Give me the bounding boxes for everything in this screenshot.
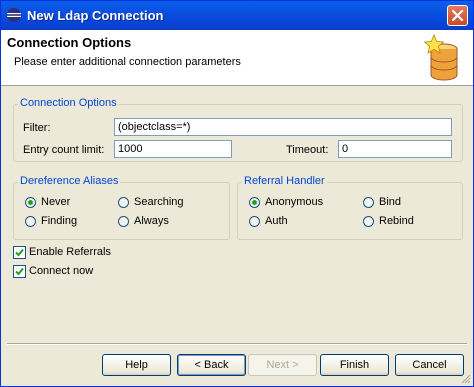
radio-rebind-indicator xyxy=(363,215,374,227)
page-title: Connection Options xyxy=(7,35,132,50)
radio-never-indicator xyxy=(25,196,36,208)
checkmark-icon xyxy=(15,248,24,256)
radio-rebind-label: Rebind xyxy=(379,215,414,227)
dereference-aliases-group: Dereference Aliases xyxy=(13,175,230,240)
enable-referrals-checkbox[interactable]: Enable Referrals xyxy=(13,244,111,260)
eclipse-app-icon xyxy=(7,8,21,22)
radio-rebind[interactable]: Rebind xyxy=(363,213,414,229)
radio-searching-indicator xyxy=(118,196,129,208)
connect-now-checkbox[interactable]: Connect now xyxy=(13,263,93,279)
radio-anonymous-indicator xyxy=(249,196,260,208)
radio-searching-label: Searching xyxy=(134,196,184,208)
radio-always-indicator xyxy=(118,215,129,227)
back-button[interactable]: < Back xyxy=(177,354,246,376)
radio-never[interactable]: Never xyxy=(25,194,70,210)
resize-grip-icon[interactable] xyxy=(461,374,471,384)
radio-auth-label: Auth xyxy=(265,215,288,227)
close-button[interactable] xyxy=(447,5,468,26)
radio-bind-indicator xyxy=(363,196,374,208)
enable-referrals-check-indicator xyxy=(13,245,26,259)
radio-never-label: Never xyxy=(41,196,71,208)
help-button[interactable]: Help xyxy=(102,354,171,376)
radio-auth-indicator xyxy=(249,215,260,227)
enable-referrals-label: Enable Referrals xyxy=(29,246,111,258)
database-star-icon xyxy=(423,33,458,81)
radio-always[interactable]: Always xyxy=(118,213,169,229)
button-bar-separator xyxy=(7,343,467,345)
connect-now-label: Connect now xyxy=(29,265,94,277)
radio-bind[interactable]: Bind xyxy=(363,194,401,210)
dereference-aliases-legend: Dereference Aliases xyxy=(18,175,121,187)
radio-bind-label: Bind xyxy=(379,196,402,208)
referral-handler-group: Referral Handler xyxy=(237,175,463,240)
next-button[interactable]: Next > xyxy=(248,354,317,376)
entry-count-limit-input[interactable]: 1000 xyxy=(114,140,232,158)
radio-searching[interactable]: Searching xyxy=(118,194,184,210)
radio-anonymous[interactable]: Anonymous xyxy=(249,194,323,210)
checkmark-icon xyxy=(15,267,24,275)
connect-now-check-indicator xyxy=(13,264,26,278)
radio-auth[interactable]: Auth xyxy=(249,213,288,229)
window-title: New Ldap Connection xyxy=(27,8,164,23)
finish-button[interactable]: Finish xyxy=(320,354,389,376)
page-description: Please enter additional connection param… xyxy=(14,56,241,68)
entry-count-limit-label: Entry count limit: xyxy=(23,144,105,156)
filter-label: Filter: xyxy=(23,122,51,134)
radio-anonymous-label: Anonymous xyxy=(265,196,324,208)
filter-input[interactable]: (objectclass=*) xyxy=(114,118,452,136)
radio-finding-label: Finding xyxy=(41,215,78,227)
connection-options-legend: Connection Options xyxy=(18,97,119,109)
cancel-button[interactable]: Cancel xyxy=(395,354,464,376)
close-icon xyxy=(451,9,464,22)
radio-always-label: Always xyxy=(134,215,169,227)
dialog-window: New Ldap Connection Connection Options P… xyxy=(0,0,474,387)
timeout-input[interactable]: 0 xyxy=(338,140,452,158)
radio-finding-indicator xyxy=(25,215,36,227)
radio-finding[interactable]: Finding xyxy=(25,213,77,229)
referral-handler-legend: Referral Handler xyxy=(242,175,327,187)
wizard-banner: Connection Options Please enter addition… xyxy=(1,30,473,86)
title-bar[interactable]: New Ldap Connection xyxy=(1,1,473,30)
timeout-label: Timeout: xyxy=(286,144,329,156)
